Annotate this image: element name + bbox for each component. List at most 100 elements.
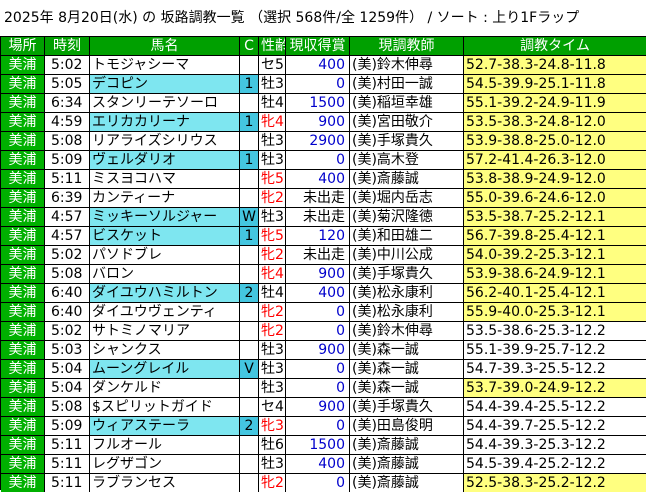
horse-name-link[interactable]: サトミノマリア <box>90 322 240 340</box>
horse-name-link[interactable]: デコピン <box>90 75 240 93</box>
trainer-cell: (美)堀内岳志 <box>350 189 464 207</box>
prize-cell: 0 <box>286 474 350 492</box>
place-cell: 美浦 <box>1 265 45 283</box>
sex-age-cell: 牡4 <box>259 94 286 112</box>
course-badge <box>240 56 259 74</box>
horse-name-link[interactable]: パソドブレ <box>90 246 240 264</box>
training-time-cell: 53.9-38.8-25.0-12.0 <box>464 132 646 150</box>
time-cell: 5:09 <box>45 417 90 435</box>
header-sexage[interactable]: 性齢 <box>259 37 286 55</box>
sex-age-cell: 牝2 <box>259 474 286 492</box>
horse-name-link[interactable]: ヴェルダリオ <box>90 151 240 169</box>
training-time-cell: 55.1-39.9-25.7-12.2 <box>464 341 646 359</box>
course-badge <box>240 341 259 359</box>
prize-cell: 400 <box>286 170 350 188</box>
training-time-cell: 54.4-39.3-25.3-12.2 <box>464 436 646 454</box>
course-badge: 2 <box>240 417 259 435</box>
prize-cell: 400 <box>286 284 350 302</box>
horse-name-link[interactable]: リアライズシリウス <box>90 132 240 150</box>
horse-name-link[interactable]: フルオール <box>90 436 240 454</box>
trainer-cell: (美)和田雄二 <box>350 227 464 245</box>
course-badge <box>240 474 259 492</box>
prize-cell: 400 <box>286 455 350 473</box>
horse-name-link[interactable]: ダンケルド <box>90 379 240 397</box>
time-cell: 6:39 <box>45 189 90 207</box>
prize-cell: 900 <box>286 113 350 131</box>
trainer-cell: (美)手塚貴久 <box>350 398 464 416</box>
horse-name-link[interactable]: レグザゴン <box>90 455 240 473</box>
time-cell: 5:11 <box>45 474 90 492</box>
place-cell: 美浦 <box>1 75 45 93</box>
place-cell: 美浦 <box>1 436 45 454</box>
course-badge <box>240 189 259 207</box>
horse-name-link[interactable]: バロン <box>90 265 240 283</box>
time-cell: 5:11 <box>45 170 90 188</box>
trainer-cell: (美)高木登 <box>350 151 464 169</box>
horse-name-link[interactable]: ミスヨコハマ <box>90 170 240 188</box>
sex-age-cell: 牡3 <box>259 360 286 378</box>
header-training-time[interactable]: 調教タイム <box>464 37 646 55</box>
course-badge: 1 <box>240 227 259 245</box>
horse-name-link[interactable]: $スピリットガイド <box>90 398 240 416</box>
place-cell: 美浦 <box>1 474 45 492</box>
header-c[interactable]: C <box>240 37 259 55</box>
place-cell: 美浦 <box>1 151 45 169</box>
trainer-cell: (美)鈴木伸尋 <box>350 56 464 74</box>
time-cell: 5:02 <box>45 56 90 74</box>
horse-name-link[interactable]: ダイユウヴェンティ <box>90 303 240 321</box>
trainer-cell: (美)斎藤誠 <box>350 474 464 492</box>
horse-name-link[interactable]: トモジャシーマ <box>90 56 240 74</box>
horse-name-link[interactable]: ムーングレイル <box>90 360 240 378</box>
prize-cell: 0 <box>286 379 350 397</box>
training-table: 場所 時刻 馬名 C 性齢 現収得賞 現調教師 調教タイム 美浦5:02トモジャ… <box>0 36 646 492</box>
header-trainer[interactable]: 現調教師 <box>350 37 464 55</box>
sex-age-cell: 牝2 <box>259 303 286 321</box>
place-cell: 美浦 <box>1 398 45 416</box>
place-cell: 美浦 <box>1 417 45 435</box>
horse-name-link[interactable]: ウィアステーラ <box>90 417 240 435</box>
prize-cell: 2900 <box>286 132 350 150</box>
sex-age-cell: 牡3 <box>259 75 286 93</box>
place-cell: 美浦 <box>1 189 45 207</box>
header-time[interactable]: 時刻 <box>45 37 90 55</box>
trainer-cell: (美)稲垣幸雄 <box>350 94 464 112</box>
sex-age-cell: 牡3 <box>259 208 286 226</box>
sex-age-cell: 牡6 <box>259 436 286 454</box>
prize-cell: 1500 <box>286 94 350 112</box>
training-time-cell: 53.5-38.7-25.2-12.1 <box>464 208 646 226</box>
sex-age-cell: 牝4 <box>259 113 286 131</box>
header-horse[interactable]: 馬名 <box>90 37 240 55</box>
training-time-cell: 54.0-39.2-25.3-12.1 <box>464 246 646 264</box>
sex-age-cell: 牡3 <box>259 341 286 359</box>
horse-name-link[interactable]: エリカカリーナ <box>90 113 240 131</box>
horse-name-link[interactable]: ダイユウハミルトン <box>90 284 240 302</box>
horse-name-link[interactable]: シャンクス <box>90 341 240 359</box>
course-badge <box>240 436 259 454</box>
sex-age-cell: セ5 <box>259 56 286 74</box>
course-badge: 1 <box>240 113 259 131</box>
horse-name-link[interactable]: カンティーナ <box>90 189 240 207</box>
training-time-cell: 54.7-39.3-25.5-12.2 <box>464 360 646 378</box>
horse-name-link[interactable]: ラブランセス <box>90 474 240 492</box>
horse-name-link[interactable]: ミッキーソルジャー <box>90 208 240 226</box>
prize-cell: 120 <box>286 227 350 245</box>
place-cell: 美浦 <box>1 208 45 226</box>
time-cell: 5:08 <box>45 398 90 416</box>
horse-name-link[interactable]: スタンリーテソーロ <box>90 94 240 112</box>
time-cell: 4:59 <box>45 113 90 131</box>
training-time-cell: 56.2-40.1-25.4-12.1 <box>464 284 646 302</box>
place-cell: 美浦 <box>1 113 45 131</box>
prize-cell: 0 <box>286 303 350 321</box>
course-badge: 1 <box>240 151 259 169</box>
horse-name-link[interactable]: ビスケット <box>90 227 240 245</box>
training-time-cell: 55.1-39.2-24.9-11.9 <box>464 94 646 112</box>
time-cell: 5:04 <box>45 360 90 378</box>
time-cell: 5:02 <box>45 246 90 264</box>
header-prize[interactable]: 現収得賞 <box>286 37 350 55</box>
header-place[interactable]: 場所 <box>1 37 45 55</box>
course-badge <box>240 246 259 264</box>
course-badge <box>240 132 259 150</box>
time-cell: 5:09 <box>45 151 90 169</box>
course-badge: W <box>240 208 259 226</box>
time-cell: 5:11 <box>45 455 90 473</box>
